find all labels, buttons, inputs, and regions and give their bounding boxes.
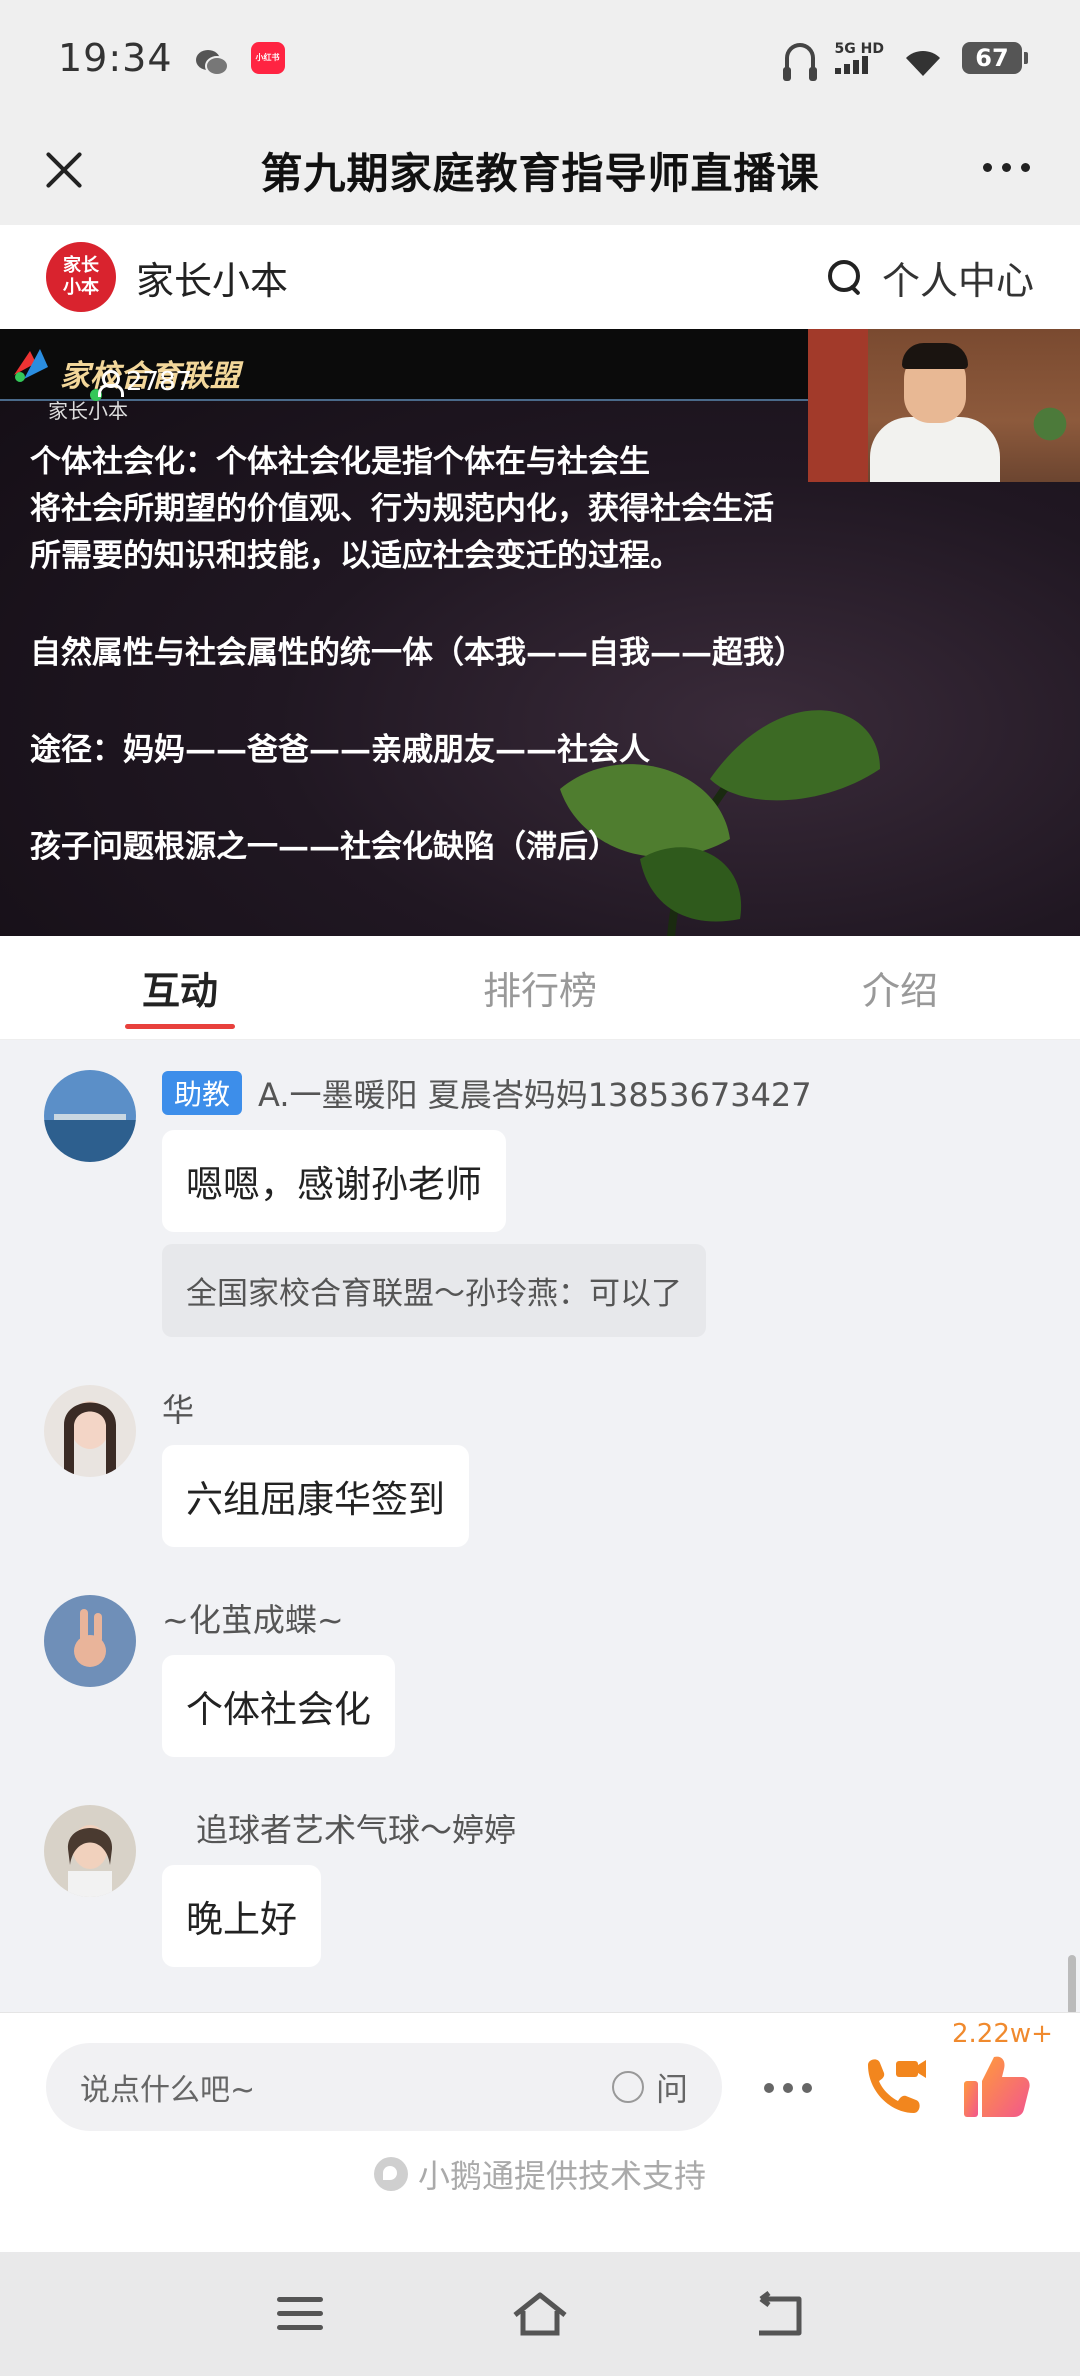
viewer-count-value: 2787 [126, 367, 193, 397]
avatar[interactable] [44, 1805, 136, 1897]
headphone-icon [782, 42, 817, 81]
comment-input[interactable]: 说点什么吧~ 问 [46, 2043, 722, 2131]
tab-introduction[interactable]: 介绍 [720, 936, 1080, 1039]
radio-icon [611, 2071, 644, 2103]
wifi-icon [904, 43, 942, 76]
avatar[interactable] [44, 1385, 136, 1477]
video-call-icon[interactable] [860, 2051, 930, 2121]
menu-icon[interactable] [267, 2289, 333, 2339]
quoted-message[interactable]: 全国家校合育联盟～孙玲燕：可以了 [162, 1244, 706, 1337]
personal-center-link[interactable]: 个人中心 [882, 250, 1034, 305]
message-bubble[interactable]: 六组屈康华签到 [162, 1445, 469, 1547]
page-title: 第九期家庭教育指导师直播课 [260, 148, 820, 198]
live-video-player[interactable]: 家校合育联盟 家长小本 2787 个体社会化：个体社会化是指个体在与社会生 将社… [0, 329, 1080, 936]
slide-line: 将社会所期望的价值观、行为规范内化，获得社会生活 [30, 491, 774, 527]
sender-name: ~化茧成蝶~ [162, 1601, 344, 1639]
slide-line: 自然属性与社会属性的统一体（本我——自我——超我） [30, 635, 805, 671]
sender-name: 华 [162, 1391, 195, 1429]
message-bubble[interactable]: 晚上好 [162, 1865, 321, 1967]
brand-header: 家长 小本 家长小本 个人中心 [0, 225, 1080, 329]
sender-name: 追球者艺术气球～婷婷 [196, 1811, 517, 1849]
more-options-icon[interactable] [983, 163, 1030, 172]
xiaohongshu-app-icon: 小红书 [250, 41, 285, 74]
org-logo-icon [14, 349, 48, 382]
brand-logo[interactable]: 家长 小本 [46, 242, 116, 312]
status-time: 19:34 [58, 35, 173, 80]
signal-icon: 5G HD [834, 40, 884, 74]
tab-interaction[interactable]: 互动 [0, 936, 360, 1039]
ask-question-toggle[interactable]: 问 [611, 2064, 688, 2110]
input-area: 说点什么吧~ 问 2.22w+ 小鹅通提供技术支持 [0, 2012, 1080, 2252]
wechat-icon [195, 43, 229, 76]
brand-name[interactable]: 家长小本 [136, 250, 288, 305]
status-bar: 19:34 小红书 5G HD 67 [0, 0, 1080, 115]
like-count: 2.22w+ [952, 2019, 1053, 2049]
title-bar: 第九期家庭教育指导师直播课 [0, 115, 1080, 225]
back-icon[interactable] [747, 2289, 813, 2339]
tab-indicator [125, 1024, 235, 1029]
viewer-icon [96, 370, 124, 397]
viewer-count: 2787 [96, 367, 192, 397]
search-icon[interactable] [826, 258, 864, 296]
slide-line: 孩子问题根源之一——社会化缺陷（滞后） [30, 829, 619, 865]
chat-scrollbar[interactable] [1068, 1955, 1076, 2015]
avatar[interactable] [44, 1070, 136, 1162]
xiaoe-logo-icon [373, 2157, 408, 2191]
tab-ranking[interactable]: 排行榜 [360, 936, 720, 1039]
system-nav-bar [0, 2252, 1080, 2376]
slide-line: 所需要的知识和技能，以适应社会变迁的过程。 [30, 538, 681, 574]
tab-bar: 互动 排行榜 介绍 [0, 936, 1080, 1040]
home-icon[interactable] [507, 2289, 573, 2339]
chat-list[interactable]: 助教 A.一墨暖阳 夏晨峇妈妈13853673427 嗯嗯，感谢孙老师 全国家校… [0, 1040, 1080, 2015]
input-placeholder: 说点什么吧~ [80, 2073, 256, 2108]
slide-line: 途径：妈妈——爸爸——亲戚朋友——社会人 [30, 732, 650, 768]
tech-support-footer: 小鹅通提供技术支持 [0, 2151, 1080, 2197]
network-type: 5G HD [834, 40, 884, 57]
battery-indicator: 67 [962, 41, 1028, 74]
thumbs-up-icon[interactable] [962, 2053, 1032, 2119]
close-icon[interactable] [36, 142, 92, 198]
sender-name: A.一墨暖阳 夏晨峇妈妈13853673427 [258, 1076, 812, 1114]
video-channel-name: 家长小本 [48, 399, 128, 423]
slide-content: 个体社会化：个体社会化是指个体在与社会生 将社会所期望的价值观、行为规范内化，获… [30, 439, 1060, 871]
avatar[interactable] [44, 1595, 136, 1687]
more-actions-icon[interactable] [764, 2083, 812, 2093]
message-bubble[interactable]: 嗯嗯，感谢孙老师 [162, 1130, 506, 1232]
message-bubble[interactable]: 个体社会化 [162, 1655, 395, 1757]
assistant-badge: 助教 [162, 1071, 243, 1115]
slide-line: 个体社会化：个体社会化是指个体在与社会生 [30, 444, 650, 480]
